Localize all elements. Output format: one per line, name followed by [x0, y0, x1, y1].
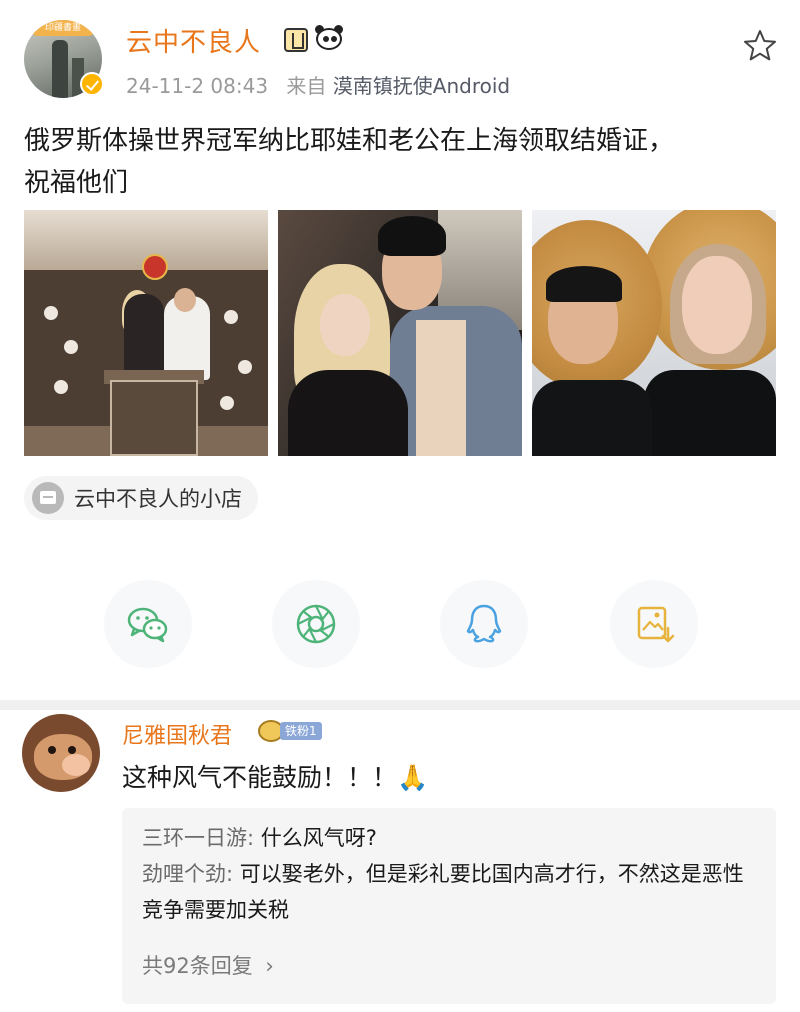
panda-face: [316, 28, 342, 50]
panda-eye-right: [331, 36, 337, 42]
qq-share-button[interactable]: [440, 580, 528, 668]
fan-badge-label: 铁粉1: [280, 722, 322, 740]
photo1-flower: [44, 306, 58, 320]
comment-text: 这种风气不能鼓励！！！🙏: [122, 763, 429, 792]
wechat-icon: [127, 607, 168, 643]
wechat-share-button[interactable]: [104, 580, 192, 668]
photo1-flower: [54, 380, 68, 394]
photo1-podium: [110, 380, 198, 456]
post-timestamp: 24-11-2 08:43: [126, 74, 269, 98]
photo1-bride: [124, 294, 164, 380]
photo1-flower: [238, 360, 252, 374]
photo-couple-night[interactable]: [278, 210, 522, 456]
save-image-icon: [637, 606, 675, 643]
verified-icon: [80, 72, 104, 96]
photo2-woman-body: [288, 370, 408, 456]
photo2-man-hair: [378, 216, 446, 256]
photo-grid: [24, 210, 776, 456]
post-header: 印疆書畫 云中不良人 24-11-2 08:43 来自 漠南镇抚使Android: [22, 14, 782, 104]
favorite-star-icon[interactable]: [742, 28, 778, 64]
photo3-man-body: [532, 380, 652, 456]
shop-icon: [32, 482, 64, 514]
commenter-name[interactable]: 尼雅国秋君: [122, 718, 232, 750]
shop-link-label: 云中不良人的小店: [74, 487, 242, 511]
reply-count-label: 共92条回复: [142, 954, 253, 978]
reply-preview-box[interactable]: 三环一日游: 什么风气呀? 劲哩个劲: 可以娶老外，但是彩礼要比国内高才行，不然…: [122, 808, 776, 1004]
reply-author[interactable]: 三环一日游:: [142, 826, 254, 850]
reply-text: 可以娶老外，但是彩礼要比国内高才行，不然这是恶性竞争需要加关税: [142, 862, 744, 922]
save-image-button[interactable]: [610, 580, 698, 668]
shop-link[interactable]: 云中不良人的小店: [24, 476, 258, 520]
panda-eye-left: [323, 36, 329, 42]
moments-icon: [296, 604, 336, 644]
photo2-man-shirt: [416, 320, 466, 456]
photo3-woman-face: [682, 256, 752, 354]
reply-text: 什么风气呀?: [254, 826, 377, 850]
photo2-woman-face: [320, 294, 370, 356]
weibo-post-page: 印疆書畫 云中不良人 24-11-2 08:43 来自 漠南镇抚使Android…: [0, 0, 800, 1012]
photo1-emblem: [142, 254, 168, 280]
post-meta: 24-11-2 08:43 来自 漠南镇抚使Android: [126, 70, 510, 99]
photo3-man-hair: [546, 266, 622, 302]
avatar-badge: 印疆書畫: [30, 20, 96, 36]
post-source-prefix: 来自: [286, 74, 327, 98]
commenter-avatar[interactable]: [22, 714, 100, 792]
commenter-avatar-eye: [68, 746, 76, 754]
moments-share-button[interactable]: [272, 580, 360, 668]
post-text-line-1: 俄罗斯体操世界冠军纳比耶娃和老公在上海领取结婚证，: [24, 126, 675, 156]
post-source-client[interactable]: 漠南镇抚使Android: [333, 74, 510, 98]
reply-author[interactable]: 劲哩个劲:: [142, 862, 233, 886]
photo1-flower: [224, 310, 238, 324]
post-text-line-2: 祝福他们: [24, 168, 129, 198]
post-text: 俄罗斯体操世界冠军纳比耶娃和老公在上海领取结婚证， 祝福他们: [24, 120, 764, 204]
photo-couple-straw-hats[interactable]: [532, 210, 776, 456]
qq-icon: [466, 604, 502, 643]
panda-icon: [314, 24, 344, 52]
photo3-woman-body: [644, 370, 776, 456]
photo1-groom-head: [174, 288, 196, 312]
author-name[interactable]: 云中不良人: [126, 22, 261, 59]
commenter-avatar-eye: [48, 746, 56, 754]
reply-count-link[interactable]: 共92条回复 ›: [142, 950, 274, 980]
photo1-flower: [64, 340, 78, 354]
vip-icon: [284, 28, 308, 52]
photo1-flower: [220, 396, 234, 410]
chevron-right-icon: ›: [265, 954, 274, 978]
photo-registry-office[interactable]: [24, 210, 268, 456]
section-divider: [0, 700, 800, 710]
reply-item: 劲哩个劲: 可以娶老外，但是彩礼要比国内高才行，不然这是恶性竞争需要加关税: [142, 856, 756, 928]
reply-item: 三环一日游: 什么风气呀?: [142, 820, 756, 856]
fan-badge: 铁粉1: [258, 720, 322, 742]
commenter-avatar-snout: [62, 754, 90, 776]
avatar-tower: [52, 40, 68, 98]
